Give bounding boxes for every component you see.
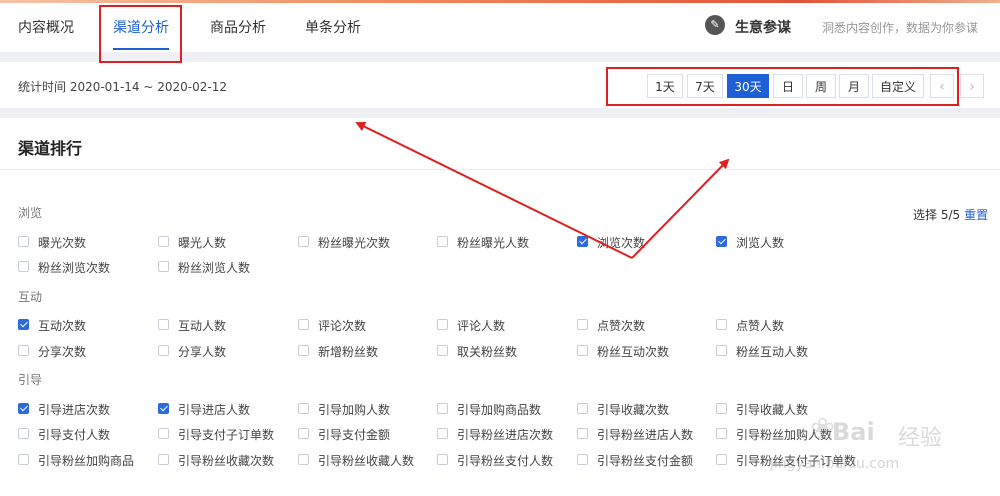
checkbox-unchecked-icon[interactable] [298, 319, 309, 330]
metric-label: 新增粉丝数 [318, 345, 379, 359]
baidu-watermark: ❀ Bai 经验 jingyan.baidu.com [770, 410, 990, 490]
metric-label: 互动人数 [178, 319, 227, 333]
checkbox-unchecked-icon[interactable] [437, 345, 448, 356]
tab-single-analysis[interactable]: 单条分析 [305, 17, 361, 37]
checkbox-unchecked-icon[interactable] [716, 319, 727, 330]
selection-count: 选择 5/5 [913, 208, 961, 222]
checkbox-unchecked-icon[interactable] [716, 403, 727, 414]
checkbox-unchecked-icon[interactable] [577, 403, 588, 414]
metric-label: 引导进店人数 [178, 403, 251, 417]
metric-label: 引导收藏次数 [597, 403, 670, 417]
metric-label: 曝光次数 [38, 236, 87, 250]
watermark-brand: Bai [832, 418, 875, 446]
checkbox-unchecked-icon[interactable] [18, 428, 29, 439]
checkbox-unchecked-icon[interactable] [18, 261, 29, 272]
checkbox-unchecked-icon[interactable] [158, 345, 169, 356]
metric-label: 引导支付金额 [318, 428, 391, 442]
metric-label: 引导粉丝收藏人数 [318, 454, 415, 468]
metric-label: 互动次数 [38, 319, 87, 333]
next-period-button[interactable]: › [960, 74, 984, 98]
section-title: 渠道排行 [18, 139, 83, 158]
checkbox-unchecked-icon[interactable] [158, 428, 169, 439]
checkbox-unchecked-icon[interactable] [18, 345, 29, 356]
checkbox-unchecked-icon[interactable] [158, 236, 169, 247]
checkbox-checked-icon[interactable] [577, 236, 588, 247]
metric-label: 分享次数 [38, 345, 87, 359]
checkbox-unchecked-icon[interactable] [437, 319, 448, 330]
group-label-interaction: 互动 [18, 290, 43, 304]
metric-label: 粉丝互动次数 [597, 345, 670, 359]
metric-label: 引导加购商品数 [457, 403, 542, 417]
checkbox-unchecked-icon[interactable] [577, 345, 588, 356]
group-label-browse: 浏览 [18, 206, 43, 220]
checkbox-unchecked-icon[interactable] [298, 236, 309, 247]
metric-label: 引导粉丝支付人数 [457, 454, 554, 468]
group-label-guide: 引导 [18, 373, 43, 387]
watermark-url: jingyan.baidu.com [770, 456, 900, 472]
tab-product-analysis[interactable]: 商品分析 [210, 17, 266, 37]
checkbox-checked-icon[interactable] [18, 319, 29, 330]
metric-label: 粉丝浏览次数 [38, 261, 111, 275]
checkbox-unchecked-icon[interactable] [577, 454, 588, 465]
checkbox-unchecked-icon[interactable] [298, 345, 309, 356]
metric-label: 曝光人数 [178, 236, 227, 250]
brand-slogan: 洞悉内容创作，数据为你参谋 [822, 21, 979, 35]
checkbox-checked-icon[interactable] [158, 403, 169, 414]
checkbox-unchecked-icon[interactable] [437, 236, 448, 247]
brand-name[interactable]: 生意参谋 [735, 17, 791, 37]
metric-label: 分享人数 [178, 345, 227, 359]
checkbox-unchecked-icon[interactable] [298, 454, 309, 465]
checkbox-unchecked-icon[interactable] [577, 319, 588, 330]
metric-label: 粉丝曝光人数 [457, 236, 530, 250]
metric-label: 浏览人数 [736, 236, 785, 250]
selection-summary: 选择 5/5 重置 [913, 206, 988, 223]
checkbox-unchecked-icon[interactable] [716, 454, 727, 465]
metric-label: 粉丝互动人数 [736, 345, 809, 359]
checkbox-unchecked-icon[interactable] [158, 261, 169, 272]
metric-label: 点赞人数 [736, 319, 785, 333]
metric-label: 引导加购人数 [318, 403, 391, 417]
checkbox-unchecked-icon[interactable] [158, 454, 169, 465]
checkbox-unchecked-icon[interactable] [577, 428, 588, 439]
checkbox-unchecked-icon[interactable] [437, 454, 448, 465]
metric-label: 引导粉丝支付金额 [597, 454, 694, 468]
metric-label: 粉丝曝光次数 [318, 236, 391, 250]
metric-label: 评论次数 [318, 319, 367, 333]
checkbox-checked-icon[interactable] [716, 236, 727, 247]
metric-label: 引导粉丝收藏次数 [178, 454, 275, 468]
metric-label: 浏览次数 [597, 236, 646, 250]
checkbox-unchecked-icon[interactable] [298, 428, 309, 439]
checkbox-unchecked-icon[interactable] [437, 428, 448, 439]
metric-label: 引导粉丝进店次数 [457, 428, 554, 442]
metric-label: 点赞次数 [597, 319, 646, 333]
checkbox-checked-icon[interactable] [18, 403, 29, 414]
checkbox-unchecked-icon[interactable] [18, 454, 29, 465]
tab-content-overview[interactable]: 内容概况 [18, 17, 74, 37]
metric-label: 粉丝浏览人数 [178, 261, 251, 275]
watermark-brand-cn: 经验 [898, 426, 943, 451]
highlight-box-tab [99, 5, 182, 63]
metric-label: 评论人数 [457, 319, 506, 333]
section-divider [0, 169, 1000, 170]
highlight-box-range [606, 67, 959, 106]
metric-label: 引导进店次数 [38, 403, 111, 417]
compass-icon: ✎ [705, 15, 725, 35]
reset-button[interactable]: 重置 [964, 208, 988, 222]
metric-label: 引导粉丝进店人数 [597, 428, 694, 442]
stats-time-range: 统计时间 2020-01-14 ~ 2020-02-12 [18, 80, 227, 94]
metric-label: 引导支付人数 [38, 428, 111, 442]
metric-label: 取关粉丝数 [457, 345, 518, 359]
metric-label: 引导粉丝加购商品 [38, 454, 135, 468]
checkbox-unchecked-icon[interactable] [298, 403, 309, 414]
metric-label: 引导支付子订单数 [178, 428, 275, 442]
checkbox-unchecked-icon[interactable] [437, 403, 448, 414]
checkbox-unchecked-icon[interactable] [18, 236, 29, 247]
checkbox-unchecked-icon[interactable] [158, 319, 169, 330]
checkbox-unchecked-icon[interactable] [716, 345, 727, 356]
checkbox-unchecked-icon[interactable] [716, 428, 727, 439]
